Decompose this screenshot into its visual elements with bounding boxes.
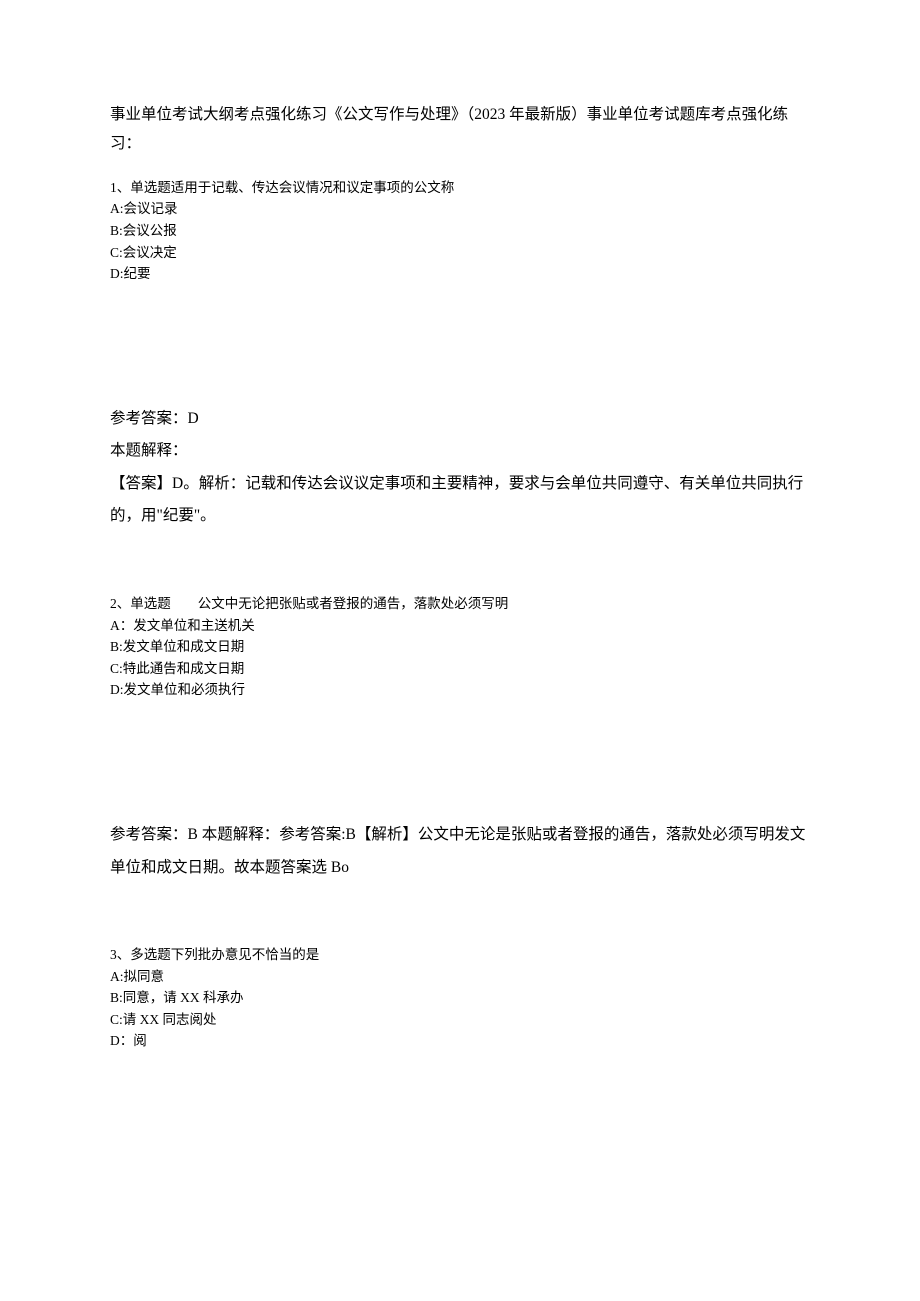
option-c: C:请 XX 同志阅处 [110, 1009, 810, 1031]
option-d: D：阅 [110, 1030, 810, 1052]
answer-explain-body: 【答案】D。解析：记载和传达会议议定事项和主要精神，要求与会单位共同遵守、有关单… [110, 468, 810, 533]
spacer [110, 533, 810, 593]
question-2: 2、单选题 公文中无论把张贴或者登报的通告，落款处必须写明 A：发文单位和主送机… [110, 593, 810, 701]
option-d: D:纪要 [110, 263, 810, 285]
option-c: C:会议决定 [110, 242, 810, 264]
question-3: 3、多选题下列批办意见不恰当的是 A:拟同意 B:同意，请 XX 科承办 C:请… [110, 944, 810, 1052]
document-page: 事业单位考试大纲考点强化练习《公文写作与处理》（2023 年最新版）事业单位考试… [0, 0, 920, 1120]
option-a: A:拟同意 [110, 966, 810, 988]
option-d: D:发文单位和必须执行 [110, 679, 810, 701]
question-1: 1、单选题适用于记载、传达会议情况和议定事项的公文称 A:会议记录 B:会议公报… [110, 177, 810, 285]
option-a: A：发文单位和主送机关 [110, 615, 810, 637]
spacer [110, 884, 810, 944]
option-a: A:会议记录 [110, 198, 810, 220]
question-stem: 2、单选题 公文中无论把张贴或者登报的通告，落款处必须写明 [110, 593, 810, 615]
spacer [110, 293, 810, 403]
spacer [110, 709, 810, 819]
option-c: C:特此通告和成文日期 [110, 658, 810, 680]
question-stem: 3、多选题下列批办意见不恰当的是 [110, 944, 810, 966]
answer-combined: 参考答案：B 本题解释：参考答案:B【解析】公文中无论是张贴或者登报的通告，落款… [110, 819, 810, 884]
answer-label: 参考答案：D [110, 403, 810, 436]
option-b: B:同意，请 XX 科承办 [110, 987, 810, 1009]
option-b: B:发文单位和成文日期 [110, 636, 810, 658]
question-stem: 1、单选题适用于记载、传达会议情况和议定事项的公文称 [110, 177, 810, 199]
document-intro: 事业单位考试大纲考点强化练习《公文写作与处理》（2023 年最新版）事业单位考试… [110, 100, 810, 159]
option-b: B:会议公报 [110, 220, 810, 242]
answer-explain-title: 本题解释： [110, 435, 810, 468]
